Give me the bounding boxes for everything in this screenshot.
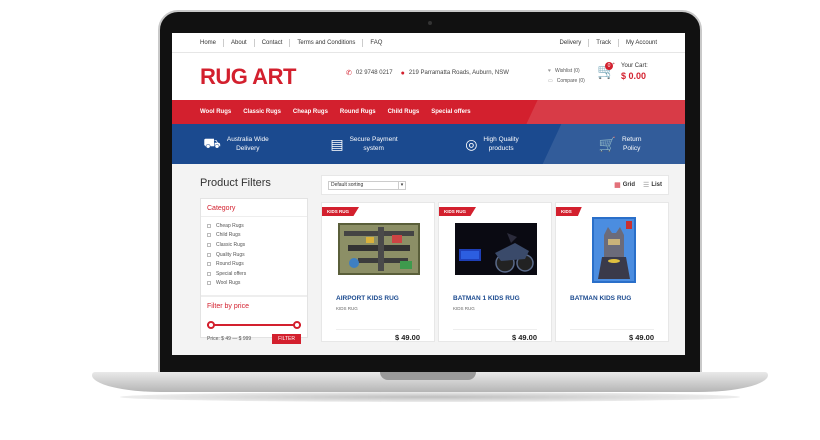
cart-total: $ 0.00 (621, 71, 647, 81)
quality-icon: ◎ (465, 135, 478, 152)
contact-info: ✆ 02 9748 0217 ● 219 Parramatta Roads, A… (346, 69, 509, 78)
nav-item-wool-rugs[interactable]: Wool Rugs (200, 109, 231, 115)
site-header: RUG ART ✆ 02 9748 0217 ● 219 Parramatta … (172, 53, 685, 100)
feature-quality: ◎ High Quality products (465, 135, 519, 153)
wishlist-compare: ♥ Wishlist (0) ▭ Compare (0) (548, 66, 585, 86)
truck-icon: ⛟ (203, 134, 221, 151)
topbar-link-track[interactable]: Track (589, 38, 619, 47)
category-heading: Category (201, 199, 307, 217)
chevron-down-icon: ▾ (398, 181, 405, 189)
price-slider-min-handle[interactable] (207, 321, 215, 330)
grid-icon[interactable]: ▦ (614, 181, 621, 189)
card-icon: ▤ (330, 135, 344, 152)
shop-content: Product Filters Category Cheap Rugs Chil… (172, 164, 685, 345)
checkbox[interactable] (207, 262, 211, 267)
laptop-notch (380, 372, 476, 380)
view-toggle: ▦ Grid ☰ List (614, 181, 662, 189)
main-nav: Wool Rugs Classic Rugs Cheap Rugs Round … (172, 100, 685, 124)
checkbox[interactable] (207, 271, 211, 276)
nav-item-child-rugs[interactable]: Child Rugs (388, 109, 420, 115)
product-badge: KIDS RUG (322, 207, 360, 216)
category-item[interactable]: Quality Rugs (207, 250, 301, 260)
price-slider-max-handle[interactable] (293, 321, 301, 330)
cart-widget[interactable]: 🛒 0 Your Cart: $ 0.00 (597, 62, 648, 81)
product-badge: KIDS RUG (439, 207, 477, 216)
product-image-batman-rug[interactable] (592, 217, 636, 283)
product-name[interactable]: BATMAN 1 KIDS RUG (453, 295, 520, 302)
price-slider[interactable] (207, 320, 301, 330)
category-item[interactable]: Round Rugs (207, 259, 301, 269)
price-slider-track (207, 324, 301, 327)
product-price: $ 49.00 (628, 333, 654, 342)
product-card[interactable]: KIDS RUG AIRPORT KIDS RUG KIDS RUG $ 49.… (321, 202, 435, 342)
price-filter-heading: Filter by price (201, 295, 307, 314)
checkbox[interactable] (207, 223, 211, 228)
category-item[interactable]: Child Rugs (207, 231, 301, 241)
topbar-link-terms[interactable]: Terms and Conditions (290, 38, 364, 47)
product-filters-title: Product Filters (200, 177, 271, 189)
topbar-link-faq[interactable]: FAQ (363, 39, 382, 47)
topbar-link-my-account[interactable]: My Account (619, 39, 657, 47)
nav-item-cheap-rugs[interactable]: Cheap Rugs (293, 109, 328, 115)
product-category: KIDS RUG (453, 306, 475, 311)
product-badge: KIDS (556, 207, 582, 216)
category-item[interactable]: Cheap Rugs (207, 221, 301, 231)
checkbox[interactable] (207, 233, 211, 238)
store-address: 219 Parramatta Roads, Auburn, NSW (408, 70, 509, 76)
compare-link[interactable]: ▭ Compare (0) (548, 76, 585, 86)
compare-icon: ▭ (548, 78, 553, 84)
product-image-batman-1-rug[interactable] (455, 223, 537, 275)
category-item[interactable]: Classic Rugs (207, 240, 301, 250)
nav-item-special-offers[interactable]: Special offers (431, 109, 470, 115)
category-list: Cheap Rugs Child Rugs Classic Rugs Quali… (201, 217, 307, 292)
category-item[interactable]: Wool Rugs (207, 279, 301, 289)
feature-delivery: ⛟ Australia Wide Delivery (203, 134, 269, 153)
topbar-link-delivery[interactable]: Delivery (553, 38, 590, 47)
phone-number: 02 9748 0217 (355, 70, 393, 76)
wishlist-link[interactable]: ♥ Wishlist (0) (548, 66, 585, 76)
laptop-shadow (120, 392, 740, 402)
laptop-mockup: Home About Contact Terms and Conditions … (0, 0, 820, 440)
product-card[interactable]: KIDS BATMAN KIDS RUG $ 49.00 (555, 202, 669, 342)
product-image-airport-rug[interactable] (338, 223, 420, 275)
top-bar: Home About Contact Terms and Conditions … (172, 33, 685, 53)
phone-icon: ✆ (346, 70, 352, 77)
product-name[interactable]: AIRPORT KIDS RUG (336, 295, 399, 302)
product-grid: KIDS RUG AIRPORT KIDS RUG KIDS RUG $ 49.… (321, 202, 669, 342)
heart-icon: ♥ (548, 68, 551, 74)
price-range-text: Price: $ 49 — $ 999 (207, 336, 252, 343)
product-category: KIDS RUG (336, 306, 358, 311)
filter-button[interactable]: FILTER (272, 334, 301, 345)
cart-count-badge: 0 (605, 62, 613, 70)
site-logo[interactable]: RUG ART (200, 64, 296, 90)
camera-dot (428, 21, 432, 25)
cart-icon: 🛒 0 (597, 62, 616, 80)
feature-secure-payment: ▤ Secure Payment system (330, 135, 398, 153)
grid-view-label[interactable]: Grid (623, 182, 635, 188)
product-price: $ 49.00 (511, 333, 537, 342)
topbar-link-home[interactable]: Home (200, 38, 225, 47)
category-item[interactable]: Special offers (207, 269, 301, 279)
list-view-label[interactable]: List (651, 182, 662, 188)
product-card[interactable]: KIDS RUG BATMAN 1 KIDS RUG KIDS RUG $ 49… (438, 202, 552, 342)
product-name[interactable]: BATMAN KIDS RUG (570, 295, 631, 302)
sort-toolbar: Default sorting ▾ ▦ Grid ☰ List (321, 175, 669, 195)
checkbox[interactable] (207, 242, 211, 247)
nav-item-round-rugs[interactable]: Round Rugs (340, 109, 376, 115)
filter-panel: Category Cheap Rugs Child Rugs Classic R… (200, 198, 308, 345)
topbar-link-contact[interactable]: Contact (255, 38, 291, 47)
cart-label: Your Cart: (621, 63, 648, 69)
nav-item-classic-rugs[interactable]: Classic Rugs (243, 109, 281, 115)
sort-select[interactable]: Default sorting ▾ (328, 180, 406, 190)
location-pin-icon: ● (400, 69, 405, 77)
list-icon[interactable]: ☰ (643, 181, 649, 189)
product-price: $ 49.00 (394, 333, 420, 342)
checkbox[interactable] (207, 252, 211, 257)
browser-screen: Home About Contact Terms and Conditions … (172, 33, 685, 355)
topbar-link-about[interactable]: About (224, 38, 255, 47)
checkbox[interactable] (207, 281, 211, 286)
features-banner: ⛟ Australia Wide Delivery ▤ Secure Paymen… (172, 124, 685, 164)
